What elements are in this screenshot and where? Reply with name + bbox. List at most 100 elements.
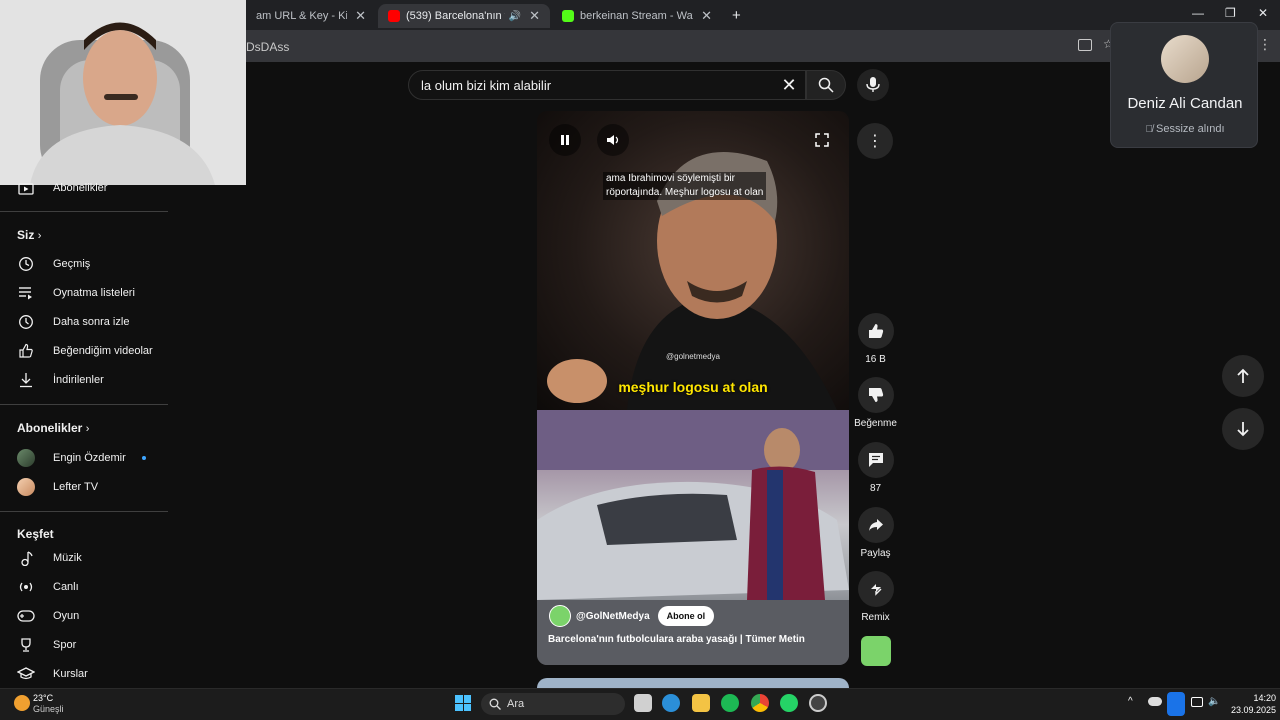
new-tab-button[interactable]: + [732,7,741,24]
sidebar-item-courses[interactable]: Kurslar [0,661,168,687]
fullscreen-button[interactable] [815,133,829,152]
voice-search-button[interactable] [857,69,889,101]
task-view-icon[interactable] [634,694,652,712]
sound-source-thumbnail[interactable] [861,636,891,666]
cast-icon[interactable] [1078,39,1092,51]
search-input[interactable]: la olum bizi kim alabilir [408,70,806,100]
fullscreen-icon [815,133,829,147]
sidebar-item-sports[interactable]: Spor [0,632,168,658]
sidebar-item-gaming[interactable]: Oyun [0,603,168,629]
avatar [17,478,35,496]
arrow-up-icon [1237,368,1249,383]
browser-tab-youtube[interactable]: (539) Barcelona'nın futbolcu 🔊 ✕ [378,4,550,28]
browser-tab-kick-dashboard[interactable]: am URL & Key - Kick Dashb ✕ [246,4,376,28]
close-tab-icon[interactable]: ✕ [701,8,712,24]
next-video-button[interactable] [1222,408,1264,450]
sidebar-item-subscriptions[interactable]: Abonelikler [0,175,168,201]
remix-icon [870,584,881,596]
sidebar-item-channel-lefter-tv[interactable]: Lefter TV [0,474,168,500]
pause-button[interactable] [549,124,581,156]
avatar [17,449,35,467]
more-options-button[interactable]: ⋮ [857,123,893,159]
webcam-person-image [0,0,246,185]
chevron-right-icon: › [37,230,42,242]
webcam-overlay [0,0,246,185]
channel-avatar[interactable] [549,605,571,627]
video-title[interactable]: Barcelona'nın futbolculara araba yasağı … [548,634,805,645]
sidebar-item-channel-engin-ozdemir[interactable]: Engin Özdemir [0,445,168,471]
display-icon[interactable] [1191,697,1203,707]
more-vertical-icon: ⋮ [867,133,883,150]
dislike-button[interactable]: Beğenme [853,377,898,429]
taskbar-clock-date[interactable]: 23.09.2025 [1226,705,1276,715]
show-hidden-icons-icon[interactable]: ^ [1128,696,1133,707]
caller-avatar [1161,35,1209,83]
microphone-icon [866,77,880,92]
browser-tab-kick-stream[interactable]: berkeinan Stream - Watch Live ✕ [552,4,722,28]
tab-audio-icon[interactable]: 🔊 [509,11,521,22]
thumbs-down-icon [868,388,883,402]
sidebar-item-playlists[interactable]: Oynatma listeleri [0,280,168,306]
close-tab-icon[interactable]: ✕ [529,8,540,24]
sidebar-item-watch-later[interactable]: Daha sonra izle [0,309,168,335]
download-icon [17,371,35,389]
close-tab-icon[interactable]: ✕ [355,8,366,24]
edge-browser-icon[interactable] [662,694,680,712]
share-button[interactable]: Paylaş [853,507,898,559]
comments-button[interactable]: 87 [853,442,898,494]
shorts-video-player[interactable]: ama Ibrahimovi söylemişti bir röportajın… [537,111,849,665]
comment-count: 87 [869,483,882,494]
remix-label: Remix [861,612,890,623]
subscribe-button[interactable]: Abone ol [657,606,715,626]
search-icon [818,77,834,93]
file-explorer-icon[interactable] [692,694,710,712]
previous-video-button[interactable] [1222,355,1264,397]
start-menu-icon[interactable] [455,695,471,711]
sidebar-subscriptions-header[interactable]: Abonelikler › [17,421,89,435]
spotify-icon[interactable] [721,694,739,712]
volume-icon [607,135,619,145]
sidebar-item-music[interactable]: Müzik [0,545,168,571]
chrome-icon[interactable] [751,694,769,712]
sidebar-divider [0,511,168,512]
like-button[interactable]: 16 B [853,313,898,365]
subscriptions-icon [17,179,35,197]
youtube-favicon-icon [388,10,400,22]
thumbs-up-icon [868,324,883,338]
microphone-in-use-icon[interactable] [1167,692,1185,716]
onedrive-cloud-icon[interactable] [1148,697,1162,706]
weather-sun-icon[interactable] [14,695,30,711]
whatsapp-icon[interactable] [780,694,798,712]
address-bar-text[interactable]: DsDAss [246,40,289,54]
taskbar-clock-time[interactable]: 14:20 [1246,693,1276,703]
sidebar-item-downloads[interactable]: İndirilenler [0,367,168,393]
sidebar-you-header[interactable]: Siz › [17,228,41,242]
voice-call-overlay: Deniz Ali Candan 🎙̸ Sessize alındı [1110,22,1258,148]
search-icon [489,698,501,710]
restore-icon[interactable]: ❐ [1225,6,1236,20]
taskbar-search[interactable]: Ara [481,693,625,715]
sidebar-item-live[interactable]: Canlı [0,574,168,600]
browser-menu-icon[interactable]: ⋮ [1258,36,1272,53]
search-button[interactable] [806,70,846,100]
dislike-label: Beğenme [854,418,897,429]
clear-search-icon[interactable]: ✕ [778,74,800,96]
sidebar-item-liked-videos[interactable]: Beğendiğim videolar [0,338,168,364]
sidebar-item-history[interactable]: Geçmiş [0,251,168,277]
speaker-volume-icon[interactable]: 🔈 [1208,696,1220,707]
minimize-icon[interactable]: — [1192,6,1204,20]
volume-button[interactable] [597,124,629,156]
music-note-icon [17,549,35,567]
close-window-icon[interactable]: ✕ [1258,6,1268,20]
remix-button[interactable]: Remix [853,571,898,623]
caller-status: 🎙̸ Sessize alındı [1145,123,1225,135]
channel-name[interactable]: @GolNetMedya [576,611,650,622]
sidebar-divider [0,211,168,212]
thumbs-up-icon [17,342,35,360]
video-watermark: @golnetmedya [666,352,720,361]
weather-temperature[interactable]: 23°C [33,693,53,703]
sidebar: Abonelikler Siz › Geçmiş Oynatma listele… [0,182,168,688]
pause-icon [561,135,569,145]
obs-icon[interactable] [809,694,827,712]
weather-description[interactable]: Güneşli [33,704,64,714]
